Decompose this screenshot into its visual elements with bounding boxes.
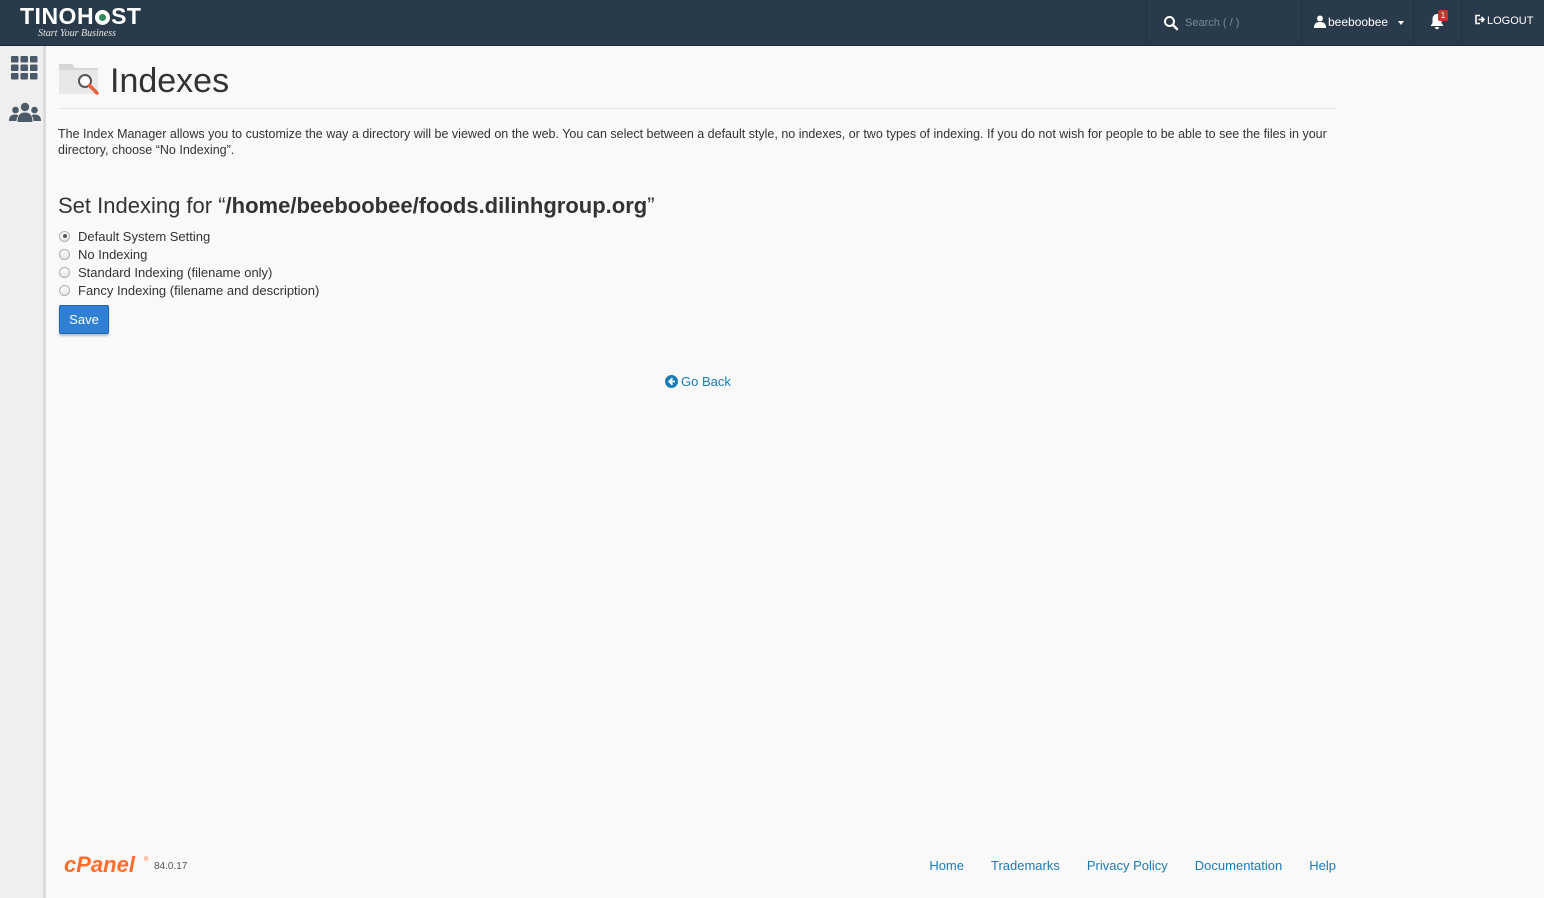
page-description: The Index Manager allows you to customiz… [58,127,1327,157]
logout-label: LOGOUT [1487,15,1534,27]
set-indexing-heading: Set Indexing for “/home/beeboobee/foods.… [58,193,655,218]
save-button[interactable]: Save [59,305,109,334]
go-back-label: Go Back [681,374,731,389]
footer-link-trademarks[interactable]: Trademarks [991,858,1060,873]
option-label: No Indexing [78,246,148,262]
footer-link-help[interactable]: Help [1309,858,1336,873]
cpanel-logo[interactable]: cPanel ® [64,853,150,877]
radio-fancy-indexing[interactable] [59,284,70,296]
footer-link-privacy-policy[interactable]: Privacy Policy [1087,858,1168,873]
option-no-indexing[interactable]: No Indexing [58,245,319,263]
option-standard-indexing[interactable]: Standard Indexing (filename only) [58,263,319,281]
brand-name: TINOH ST [20,3,142,29]
radio-no-indexing[interactable] [59,248,70,260]
sidebar [0,46,46,898]
notifications-button[interactable]: 1 [1414,0,1462,46]
radio-standard-indexing[interactable] [59,266,70,278]
page-header: Indexes [58,58,1336,109]
brand-o-icon [95,10,111,25]
notification-count-badge: 1 [1438,10,1448,21]
chevron-down-icon [1398,21,1404,25]
option-fancy-indexing[interactable]: Fancy Indexing (filename and description… [58,281,319,299]
logout-link[interactable]: LOGOUT [1474,14,1533,27]
page-title: Indexes [110,62,230,100]
option-label: Standard Indexing (filename only) [78,264,273,280]
cpanel-version: 84.0.17 [154,861,188,872]
option-label: Default System Setting [78,228,211,244]
brand-tagline: Start Your Business [38,28,116,39]
user-name: beeboobee [1328,15,1389,29]
search-icon [1164,16,1179,31]
folder-search-icon [59,64,99,95]
logout-icon [1475,14,1485,25]
radio-default-system-setting[interactable] [59,230,70,242]
directory-path: /home/beeboobee/foods.dilinhgroup.org [225,193,648,218]
user-menu[interactable]: beeboobee [1302,0,1414,46]
user-icon [1314,15,1326,28]
footer-link-documentation[interactable]: Documentation [1195,858,1282,873]
top-navbar: TINOHST Start Your Business beeboobee 1 … [0,0,1544,46]
go-back-link[interactable]: Go Back [665,374,731,389]
users-icon[interactable] [9,102,41,124]
svg-text:cPanel: cPanel [64,853,136,877]
arrow-left-circle-icon [665,375,678,388]
indexing-options: Default System Setting No Indexing Stand… [58,227,319,299]
option-label: Fancy Indexing (filename and description… [78,282,320,298]
apps-grid-icon[interactable] [11,56,38,80]
footer-link-home[interactable]: Home [929,858,964,873]
search-input[interactable] [1185,13,1295,33]
brand-logo[interactable]: TINOH ST Start Your Business [20,4,160,44]
footer-links: Home Trademarks Privacy Policy Documenta… [902,858,1336,873]
option-default-system-setting[interactable]: Default System Setting [58,227,319,245]
svg-text:®: ® [144,856,149,863]
search-box [1146,0,1302,46]
